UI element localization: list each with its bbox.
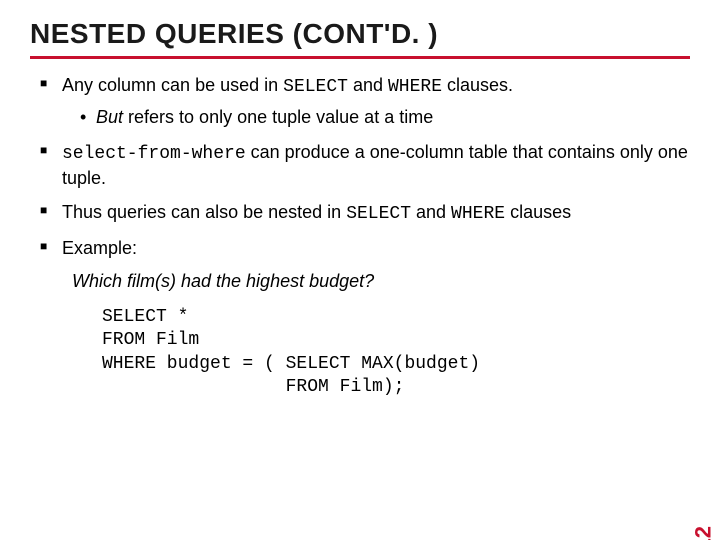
bullet-1-sub-list: But refers to only one tuple value at a … xyxy=(62,105,690,129)
bullet-2: select-from-where can produce a one-colu… xyxy=(40,140,690,191)
bullet-list: Any column can be used in SELECT and WHE… xyxy=(30,73,690,261)
bullet-1-sub-em: But xyxy=(96,107,123,127)
page-number: 12 xyxy=(690,526,716,540)
bullet-1-code-where: WHERE xyxy=(388,77,442,97)
slide-title: NESTED QUERIES (CONT'D. ) xyxy=(30,18,690,50)
bullet-1-text-mid: and xyxy=(348,75,388,95)
bullet-1-text-post: clauses. xyxy=(442,75,513,95)
slide: NESTED QUERIES (CONT'D. ) Any column can… xyxy=(0,0,720,540)
bullet-1-text-pre: Any column can be used in xyxy=(62,75,283,95)
bullet-1-sub: But refers to only one tuple value at a … xyxy=(80,105,690,129)
bullet-3-text-post: clauses xyxy=(505,202,571,222)
bullet-4-text: Example: xyxy=(62,238,137,258)
example-question: Which film(s) had the highest budget? xyxy=(72,271,690,292)
bullet-1: Any column can be used in SELECT and WHE… xyxy=(40,73,690,130)
bullet-1-code-select: SELECT xyxy=(283,77,348,97)
title-underline xyxy=(30,56,690,59)
bullet-3-text-mid: and xyxy=(411,202,451,222)
bullet-3-code-where: WHERE xyxy=(451,204,505,224)
bullet-2-code: select-from-where xyxy=(62,144,246,164)
bullet-3-text-pre: Thus queries can also be nested in xyxy=(62,202,346,222)
bullet-4: Example: xyxy=(40,236,690,260)
bullet-3-code-select: SELECT xyxy=(346,204,411,224)
bullet-1-sub-rest: refers to only one tuple value at a time xyxy=(123,107,433,127)
bullet-3: Thus queries can also be nested in SELEC… xyxy=(40,200,690,226)
code-block: SELECT * FROM Film WHERE budget = ( SELE… xyxy=(102,306,690,400)
